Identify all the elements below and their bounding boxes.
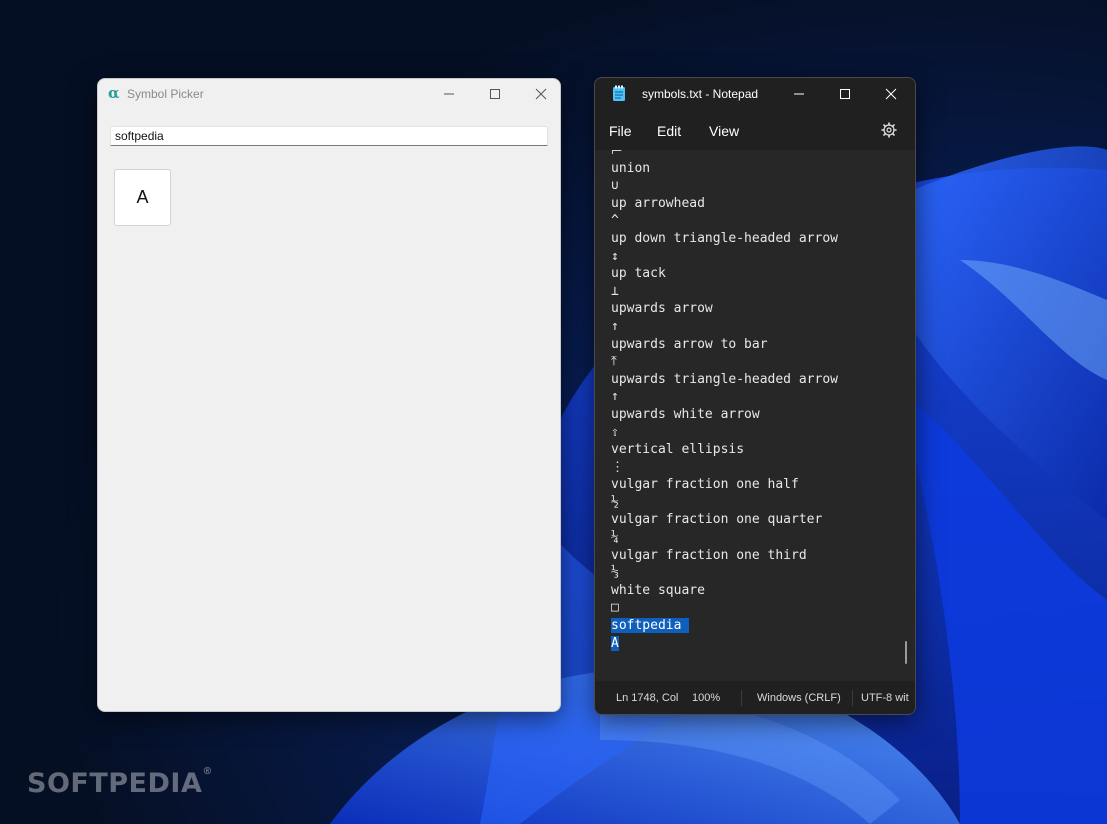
text-line-content: ⤒ [611,354,617,370]
notepad-window: symbols.txt - Notepad File Edit View ⊨ un… [594,77,916,715]
text-line-content: vulgar fraction one third [611,547,807,563]
text-line: white square [611,582,838,600]
text-line-content: A [611,635,619,651]
text-line: ⋮ [611,459,838,477]
softpedia-watermark: SOFTPEDIA® [27,766,213,799]
text-line: ↑ [611,318,838,336]
symbol-picker-window: α Symbol Picker A [97,78,561,712]
text-line: upwards arrow to bar [611,336,838,354]
text-line: upwards triangle-headed arrow [611,371,838,389]
status-line-ending: Windows (CRLF) [757,692,841,704]
text-line-content: upwards arrow [611,301,713,317]
text-line-content: ⊨ [611,150,623,158]
window-title: symbols.txt - Notepad [642,87,759,101]
status-encoding: UTF-8 wit [861,692,909,704]
text-line-content: ^ [611,213,619,229]
text-line: ⅓ [611,564,838,582]
text-line-content: upwards white arrow [611,406,760,422]
registered-mark: ® [202,766,213,777]
text-lines: ⊨ union ∪ up arrowhead ^ up down triangle-hea… [611,150,838,652]
text-line: ^ [611,212,838,230]
text-line: up down triangle-headed arrow [611,230,838,248]
text-line: upwards white arrow [611,406,838,424]
minimize-button[interactable] [779,82,819,106]
window-title: Symbol Picker [127,87,204,101]
status-divider [741,690,742,706]
menu-view[interactable]: View [709,123,739,139]
minimize-button[interactable] [434,83,464,105]
text-line-content: ¼ [611,530,619,546]
text-line-content: vulgar fraction one quarter [611,512,823,528]
text-line-content: ↑ [611,389,619,405]
text-line-content: ∪ [611,178,619,194]
symbol-result-tile[interactable]: A [114,169,171,226]
settings-gear-icon[interactable] [881,122,897,138]
watermark-text: SOFTPEDIA [27,768,203,799]
text-line-content: upwards arrow to bar [611,336,768,352]
menu-edit[interactable]: Edit [657,123,681,139]
app-logo-icon: α [108,84,120,102]
text-line-content: ↕ [611,248,619,264]
text-line-content: ⅓ [611,565,619,581]
text-line: vulgar fraction one half [611,476,838,494]
symbol-picker-titlebar[interactable]: α Symbol Picker [98,79,560,109]
text-line: ⤒ [611,353,838,371]
text-line: ↑ [611,388,838,406]
symbol-search-input[interactable] [110,126,548,146]
notepad-text-area[interactable]: ⊨ union ∪ up arrowhead ^ up down triangle-hea… [595,150,915,681]
text-line: vulgar fraction one quarter [611,511,838,529]
text-line-content: vulgar fraction one half [611,477,799,493]
text-line-content: softpedia [611,618,690,634]
text-line: ↕ [611,248,838,266]
text-line: ∪ [611,177,838,195]
status-bar: Ln 1748, Col 100% Windows (CRLF) UTF-8 w… [595,681,915,714]
notepad-menubar: File Edit View [595,110,915,150]
text-line: up tack [611,265,838,283]
text-line: vertical ellipsis [611,441,838,459]
status-divider [852,690,853,706]
text-line-content: union [611,160,651,176]
status-cursor-position: Ln 1748, Col [616,692,679,704]
text-line-content: white square [611,582,705,598]
text-line: up arrowhead [611,195,838,213]
text-line-content: up down triangle-headed arrow [611,230,838,246]
close-button[interactable] [526,83,556,105]
close-icon [535,88,547,100]
text-line-content: ⊥ [611,283,619,299]
text-line-content: ½ [611,494,619,510]
text-line: upwards arrow [611,300,838,318]
close-icon [885,88,897,100]
text-line: □ [611,599,838,617]
minimize-icon [444,93,454,95]
maximize-icon [840,89,850,99]
text-line: union [611,160,838,178]
text-line-content: up arrowhead [611,195,705,211]
maximize-button[interactable] [480,83,510,105]
maximize-icon [490,89,500,99]
text-line-content: □ [611,600,619,616]
maximize-button[interactable] [825,82,865,106]
scrollbar-thumb[interactable] [905,641,907,664]
text-line: ⊨ [611,150,838,160]
menu-file[interactable]: File [609,123,632,139]
text-line-content: ⋮ [611,459,624,475]
notepad-file-icon [613,85,625,101]
text-line: ⊥ [611,283,838,301]
text-line: vulgar fraction one third [611,547,838,565]
close-button[interactable] [871,82,911,106]
text-line-content: upwards triangle-headed arrow [611,371,838,387]
text-line-content: up tack [611,266,666,282]
text-line: softpedia [611,617,838,635]
text-line: ¼ [611,529,838,547]
notepad-titlebar[interactable]: symbols.txt - Notepad [595,78,915,110]
text-line: ½ [611,494,838,512]
text-line: A [611,635,838,653]
text-line-content: vertical ellipsis [611,442,745,458]
status-zoom: 100% [692,692,721,704]
text-line-content: ↑ [611,318,619,334]
minimize-icon [794,93,804,95]
text-line-content: ⇧ [611,424,619,440]
text-line: ⇧ [611,424,838,442]
